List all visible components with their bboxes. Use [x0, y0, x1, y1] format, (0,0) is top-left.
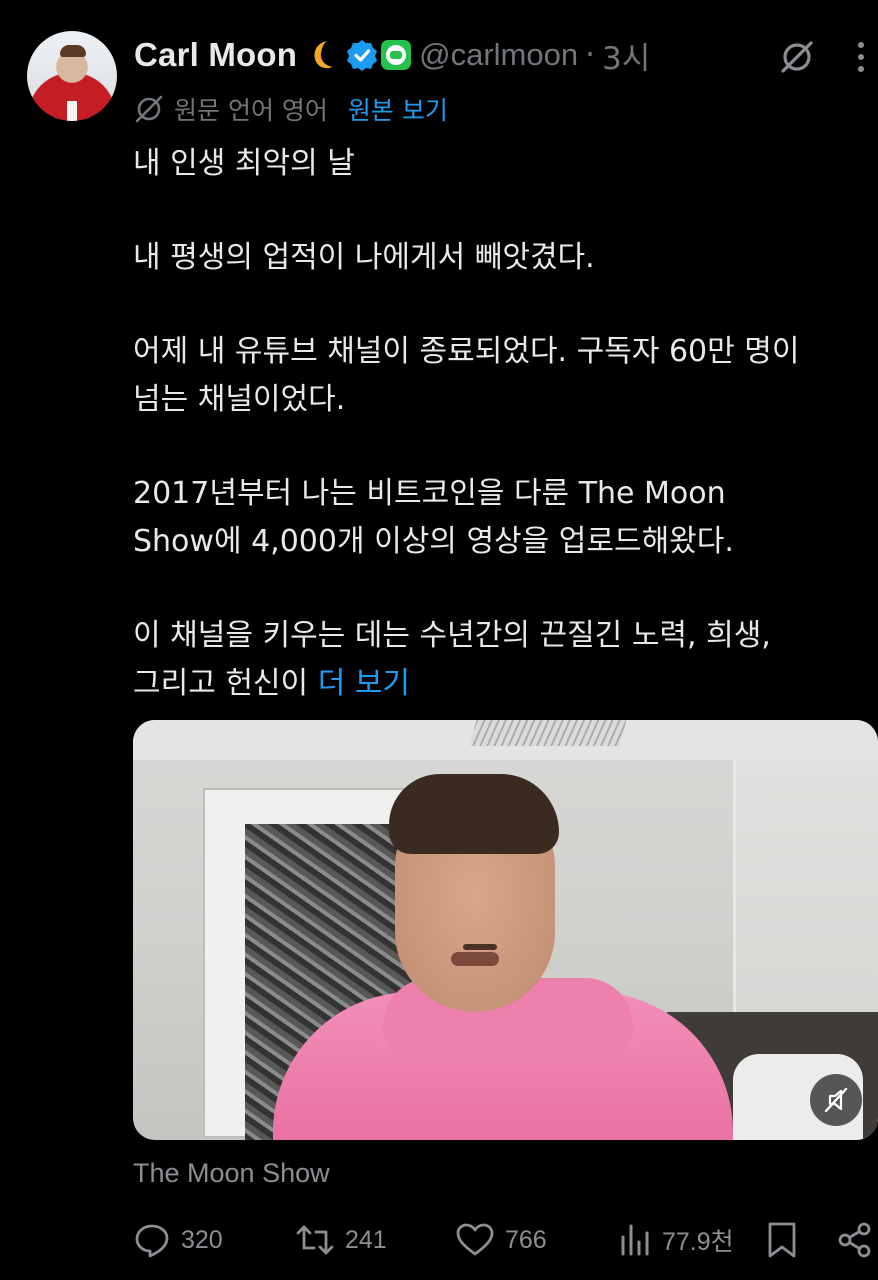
separator-dot: · — [585, 37, 595, 73]
paragraph-5: 이 채널을 키우는 데는 수년간의 끈질긴 노력, 희생, 그리고 헌신이 더 … — [133, 612, 863, 708]
verified-badge-icon[interactable] — [346, 39, 378, 71]
mute-button[interactable] — [810, 1074, 862, 1126]
show-original-link[interactable]: 원본 보기 — [348, 91, 448, 127]
paragraph-3: 어제 내 유튜브 채널이 종료되었다. 구독자 60만 명이 넘는 채널이었다. — [133, 334, 800, 417]
grok-icon[interactable] — [778, 38, 816, 76]
author-handle[interactable]: @carlmoon — [419, 37, 578, 73]
crescent-moon-icon — [314, 41, 334, 69]
reply-button[interactable]: 320 — [133, 1215, 223, 1265]
views-icon — [621, 1224, 649, 1256]
avatar[interactable] — [27, 31, 117, 121]
video-player[interactable] — [133, 720, 878, 1140]
share-icon — [838, 1222, 871, 1258]
affiliate-badge-icon[interactable] — [381, 40, 412, 70]
avatar-hair — [60, 45, 86, 57]
video-person-mouth — [451, 952, 499, 966]
more-vertical-icon[interactable] — [848, 40, 874, 74]
show-more-link[interactable]: 더 보기 — [318, 666, 410, 701]
media-source-caption[interactable]: The Moon Show — [133, 1158, 330, 1189]
tweet-header: Carl Moon @carlmoon · 3시 — [134, 32, 650, 78]
like-button[interactable]: 766 — [455, 1215, 547, 1265]
bookmark-button[interactable] — [764, 1215, 800, 1265]
video-person-hair — [389, 774, 559, 854]
translation-row: 원문 언어 영어 원본 보기 — [134, 89, 448, 129]
paragraph-1: 내 인생 최악의 날 — [133, 146, 355, 181]
views-button[interactable]: 77.9천 — [618, 1215, 734, 1265]
video-person-mustache — [463, 944, 497, 950]
video-scene-vent — [469, 720, 627, 746]
like-icon — [456, 1223, 494, 1256]
mute-icon — [824, 1087, 848, 1113]
reply-icon — [135, 1224, 169, 1258]
share-button[interactable] — [836, 1215, 874, 1265]
action-bar: 320 241 766 77.9천 — [0, 1215, 878, 1265]
paragraph-5-text: 이 채널을 키우는 데는 수년간의 끈질긴 노력, 희생, 그리고 헌신이 — [133, 618, 771, 701]
avatar-shirt — [67, 101, 77, 121]
repost-icon — [296, 1225, 334, 1255]
post-time[interactable]: 3시 — [602, 33, 650, 78]
author-name[interactable]: Carl Moon — [134, 36, 297, 74]
paragraph-4: 2017년부터 나는 비트코인을 다룬 The Moon Show에 4,000… — [133, 476, 734, 559]
bookmark-icon — [768, 1222, 796, 1258]
tweet-detail: Carl Moon @carlmoon · 3시 원문 언어 영어 원본 보기 … — [0, 0, 878, 1280]
repost-button[interactable]: 241 — [295, 1215, 387, 1265]
like-count: 766 — [505, 1225, 547, 1254]
repost-count: 241 — [345, 1225, 387, 1254]
translation-label: 원문 언어 영어 — [174, 96, 328, 125]
view-count: 77.9천 — [662, 1228, 734, 1256]
translate-icon — [135, 95, 163, 123]
reply-count: 320 — [181, 1225, 223, 1254]
tweet-text: 내 인생 최악의 날 내 평생의 업적이 나에게서 빼앗겼다. 어제 내 유튜브… — [133, 140, 863, 708]
paragraph-2: 내 평생의 업적이 나에게서 빼앗겼다. — [133, 240, 595, 275]
